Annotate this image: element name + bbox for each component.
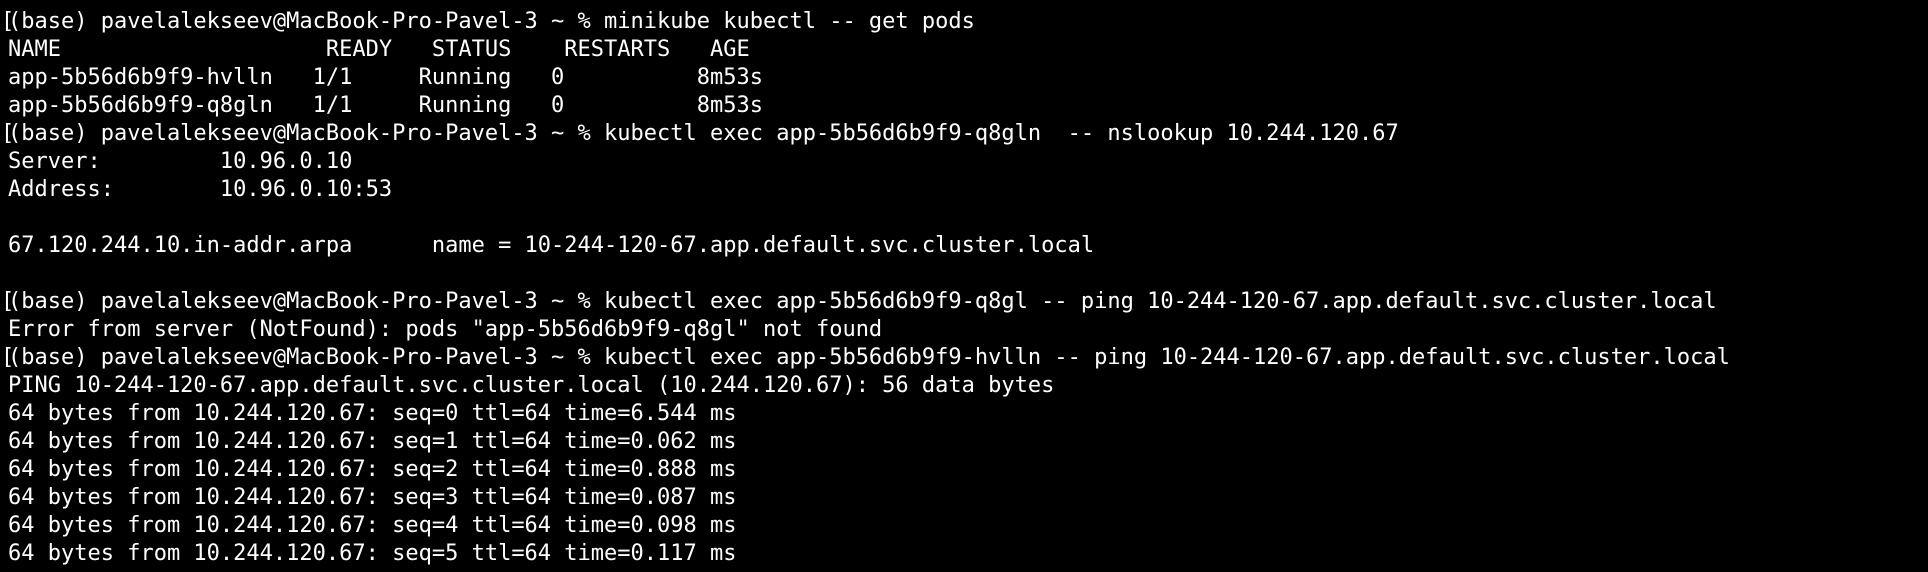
output-line: Server: 10.96.0.10 (8, 149, 353, 174)
output-line: 67.120.244.10.in-addr.arpa name = 10-244… (8, 233, 1095, 258)
prompt-line: [(base) pavelalekseev@MacBook-Pro-Pavel-… (1, 8, 1928, 36)
command-text: (base) pavelalekseev@MacBook-Pro-Pavel-3… (8, 289, 1717, 314)
ping-reply-line: 64 bytes from 10.244.120.67: seq=2 ttl=6… (8, 457, 737, 482)
prompt-line: [(base) pavelalekseev@MacBook-Pro-Pavel-… (1, 344, 1928, 372)
prompt-line: [(base) pavelalekseev@MacBook-Pro-Pavel-… (1, 120, 1928, 148)
prompt-mark: [ (1, 9, 15, 34)
pods-table-header: NAME READY STATUS RESTARTS AGE (8, 37, 750, 62)
command-text: (base) pavelalekseev@MacBook-Pro-Pavel-3… (8, 121, 1399, 146)
output-line: PING 10-244-120-67.app.default.svc.clust… (8, 373, 1055, 398)
ping-reply-line: 64 bytes from 10.244.120.67: seq=0 ttl=6… (8, 401, 737, 426)
prompt-line: [(base) pavelalekseev@MacBook-Pro-Pavel-… (1, 288, 1928, 316)
prompt-mark: [ (1, 121, 15, 146)
error-line: Error from server (NotFound): pods "app-… (8, 317, 883, 342)
command-text: (base) pavelalekseev@MacBook-Pro-Pavel-3… (8, 345, 1730, 370)
terminal-window[interactable]: [(base) pavelalekseev@MacBook-Pro-Pavel-… (0, 0, 1928, 572)
pods-table-row: app-5b56d6b9f9-q8gln 1/1 Running 0 8m53s (8, 93, 763, 118)
prompt-mark: [ (1, 289, 15, 314)
pods-table-row: app-5b56d6b9f9-hvlln 1/1 Running 0 8m53s (8, 65, 763, 90)
ping-reply-line: 64 bytes from 10.244.120.67: seq=3 ttl=6… (8, 485, 737, 510)
ping-reply-line: 64 bytes from 10.244.120.67: seq=4 ttl=6… (8, 513, 737, 538)
output-line: Address: 10.96.0.10:53 (8, 177, 393, 202)
command-text: (base) pavelalekseev@MacBook-Pro-Pavel-3… (8, 9, 975, 34)
ping-reply-line: 64 bytes from 10.244.120.67: seq=5 ttl=6… (8, 541, 737, 566)
prompt-mark: [ (1, 345, 15, 370)
ping-reply-line: 64 bytes from 10.244.120.67: seq=1 ttl=6… (8, 429, 737, 454)
